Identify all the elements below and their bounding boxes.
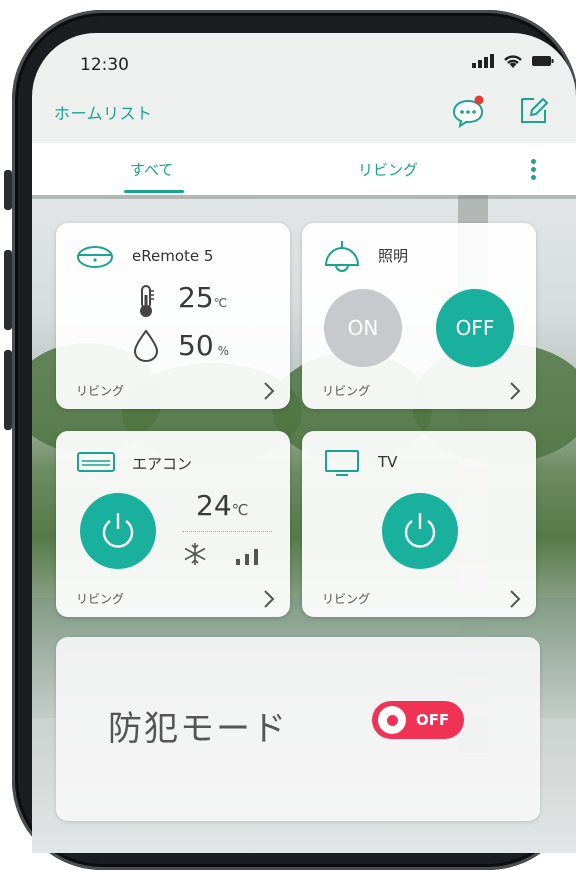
chevron-right-icon[interactable] <box>262 381 276 401</box>
humidity-value: 50 <box>178 329 214 362</box>
eremote-room: リビング <box>76 384 125 398</box>
light-card[interactable]: 照明 ON OFF リビング <box>302 223 536 409</box>
toggle-track: OFF <box>372 701 464 739</box>
tab-living[interactable]: リビング <box>358 159 418 180</box>
status-time: 12:30 <box>80 55 129 75</box>
temperature-value: 25 <box>178 281 214 314</box>
edit-icon <box>521 98 548 123</box>
aircon-temp-unit: ℃ <box>231 501 249 519</box>
wifi-icon <box>504 55 522 68</box>
chevron-right-icon[interactable] <box>508 589 522 609</box>
tab-active-indicator <box>124 190 184 193</box>
humidity-unit: % <box>217 344 230 358</box>
fan-speed-bars-icon[interactable] <box>236 547 260 565</box>
light-title: 照明 <box>378 247 409 265</box>
chevron-right-icon[interactable] <box>262 589 276 609</box>
aircon-room: リビング <box>76 592 125 606</box>
tv-title: TV <box>378 453 398 471</box>
security-mode-toggle[interactable]: OFF <box>366 695 470 745</box>
toggle-state-label: OFF <box>416 711 450 729</box>
aircon-divider <box>182 531 272 532</box>
chevron-right-icon[interactable] <box>508 381 522 401</box>
tab-bar: すべて リビング <box>32 143 576 195</box>
light-off-button[interactable]: OFF <box>436 289 514 367</box>
eremote-title: eRemote 5 <box>132 247 214 265</box>
app-screen: 12:30 ホームリスト すべて リビング eRemote 5 25℃ 50 %… <box>32 33 576 853</box>
home-list-title[interactable]: ホームリスト <box>54 100 153 124</box>
aircon-title: エアコン <box>132 455 193 473</box>
temperature-unit: ℃ <box>213 296 228 310</box>
power-icon <box>102 513 134 548</box>
battery-icon <box>532 56 554 66</box>
app-header: ホームリスト <box>32 93 576 147</box>
aircon-set-temp: 24℃ <box>196 489 249 522</box>
power-icon <box>404 513 436 548</box>
chat-bubble-icon <box>452 95 484 129</box>
tv-card[interactable]: TV リビング <box>302 431 536 617</box>
snowflake-icon[interactable] <box>182 541 208 567</box>
light-on-button[interactable]: ON <box>324 289 402 367</box>
volume-up-button <box>4 250 12 330</box>
edit-button[interactable] <box>516 93 550 127</box>
tab-all[interactable]: すべて <box>130 159 173 180</box>
ir-remote-icon <box>77 246 113 268</box>
temperature-readout: 25℃ <box>178 281 227 314</box>
more-vertical-icon[interactable] <box>526 156 540 186</box>
status-icons <box>472 53 554 69</box>
signal-icon <box>472 54 494 68</box>
volume-down-button <box>4 350 12 430</box>
tv-icon <box>325 450 359 476</box>
status-bar: 12:30 <box>32 33 576 93</box>
security-mode-label: 防犯モード <box>108 709 288 749</box>
mute-switch <box>4 170 12 210</box>
aircon-power-button[interactable] <box>80 493 156 569</box>
ceiling-lamp-icon <box>324 241 360 272</box>
aircon-card[interactable]: エアコン 24℃ リビング <box>56 431 290 617</box>
thermometer-icon <box>140 285 154 317</box>
air-conditioner-icon <box>77 452 115 472</box>
eremote-card[interactable]: eRemote 5 25℃ 50% リビング <box>56 223 290 409</box>
tv-room: リビング <box>322 592 371 606</box>
chat-button[interactable] <box>450 93 486 129</box>
toggle-knob <box>378 706 406 734</box>
light-room: リビング <box>322 384 371 398</box>
security-mode-panel: 防犯モード OFF <box>56 637 540 821</box>
aircon-temp-value: 24 <box>196 489 232 522</box>
humidity-readout: 50% <box>178 329 229 362</box>
tv-power-button[interactable] <box>382 493 458 569</box>
water-drop-icon <box>133 329 159 363</box>
